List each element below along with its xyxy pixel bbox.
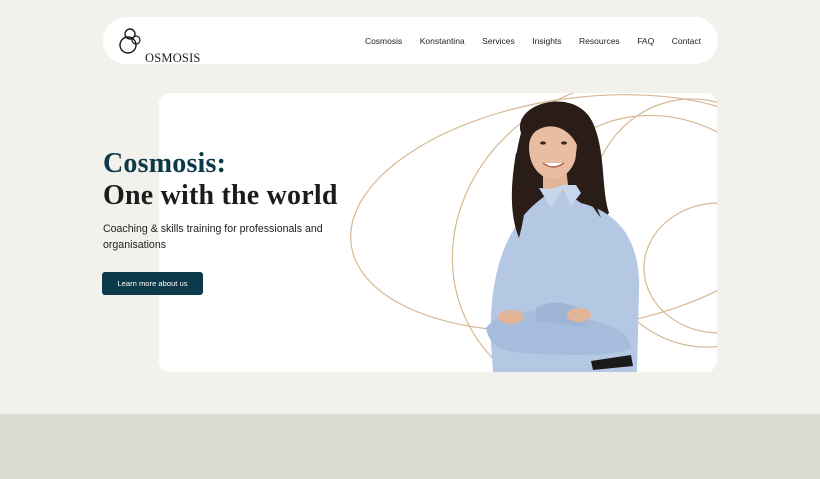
logo-wordmark: OSMOSIS (145, 51, 201, 65)
nav-item-services[interactable]: Services (482, 36, 515, 46)
hero-title: Cosmosis: One with the world (103, 148, 338, 212)
hero-subtitle: Coaching & skills training for professio… (103, 223, 323, 251)
nav-item-konstantina[interactable]: Konstantina (420, 36, 465, 46)
main-nav: Cosmosis Konstantina Services Insights R… (365, 36, 701, 46)
nav-item-faq[interactable]: FAQ (637, 36, 654, 46)
nav-item-contact[interactable]: Contact (672, 36, 701, 46)
cosmosis-logo[interactable]: OSMOSIS (119, 26, 200, 65)
nav-item-cosmosis[interactable]: Cosmosis (365, 36, 402, 46)
site-header: OSMOSIS Cosmosis Konstantina Services In… (103, 17, 718, 65)
next-section-band (0, 414, 820, 479)
konstantina-portrait (486, 101, 640, 372)
nav-item-insights[interactable]: Insights (532, 36, 561, 46)
nav-item-resources[interactable]: Resources (579, 36, 620, 46)
learn-more-button[interactable]: Learn more about us (102, 272, 203, 295)
hero-title-line-1: Cosmosis: (103, 148, 227, 179)
hero-title-line-2: One with the world (103, 180, 338, 211)
